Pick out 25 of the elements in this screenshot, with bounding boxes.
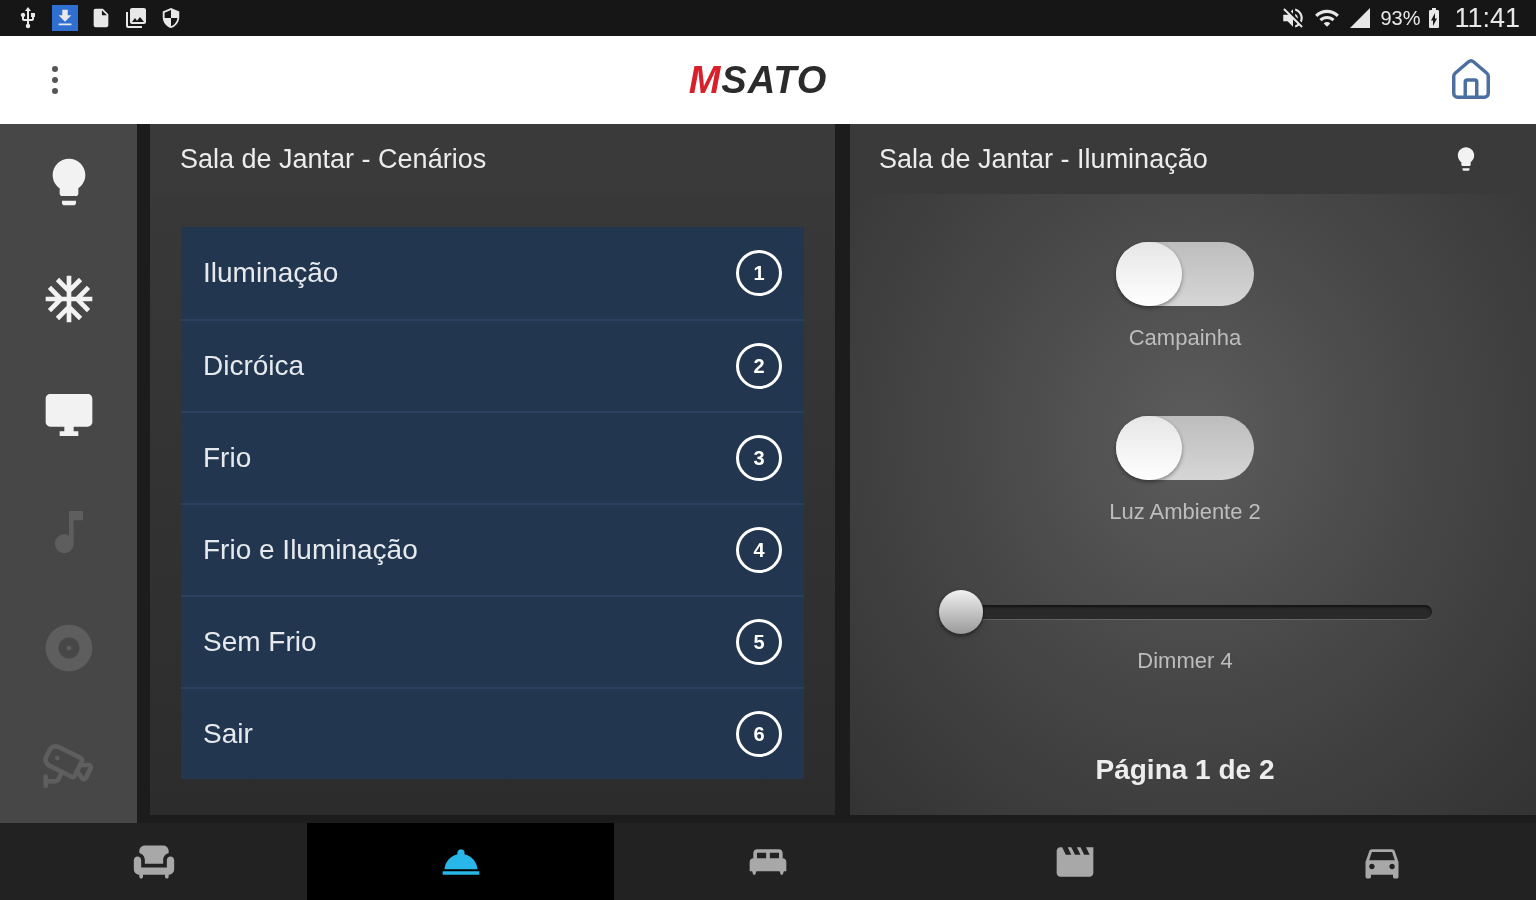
toggle-switch[interactable] [1116,242,1254,306]
nav-tab[interactable] [307,823,615,900]
slider-label: Dimmer 4 [1137,647,1233,675]
panel-title: Sala de Jantar - Iluminação [879,143,1208,175]
menu-icon [52,66,58,94]
slider-thumb[interactable] [938,590,983,634]
scene-number: 6 [736,711,782,757]
gallery-icon [124,6,148,30]
battery-percent: 93% [1380,6,1421,30]
scene-number: 2 [736,343,782,389]
toggle-label: Luz Ambiente 2 [1109,498,1261,526]
scene-number: 3 [736,435,782,481]
toggle-label: Campainha [1128,324,1242,352]
app-logo: MSATO [688,58,828,102]
scene-number: 1 [736,250,782,296]
signal-icon [1348,6,1373,30]
scene-number: 5 [736,619,782,665]
toggle-switch[interactable] [1116,416,1254,480]
clock: 11:41 [1454,3,1520,33]
slider-track[interactable] [982,605,1432,619]
shield-icon [160,7,182,29]
panel-title: Sala de Jantar - Cenários [180,143,487,175]
download-icon [52,5,78,31]
scene-number: 4 [736,527,782,573]
pagination-label: Página 1 de 2 [1095,753,1275,787]
